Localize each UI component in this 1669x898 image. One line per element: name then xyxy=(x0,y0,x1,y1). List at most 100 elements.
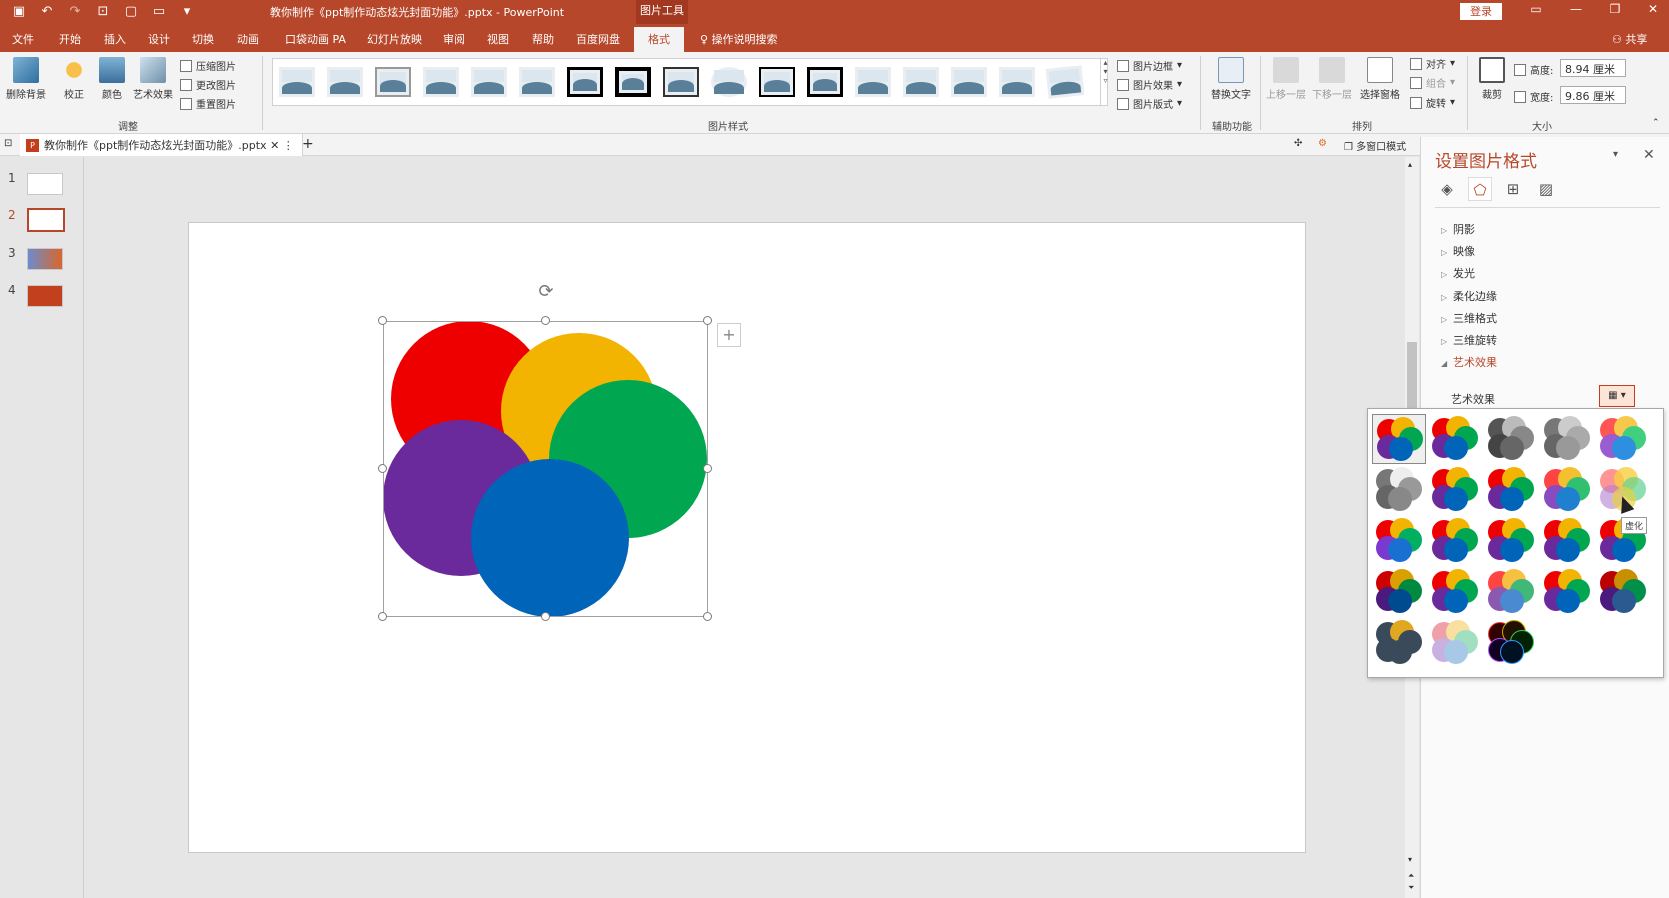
effect-line-drawing[interactable] xyxy=(1596,414,1650,464)
tab-review[interactable]: 审阅 xyxy=(443,31,465,47)
effect-pastels-smooth[interactable] xyxy=(1540,567,1594,617)
open-icon[interactable]: ▭ xyxy=(150,3,168,21)
style-thumb-16[interactable] xyxy=(999,67,1035,97)
style-thumb-7[interactable] xyxy=(567,67,603,97)
style-thumb-13[interactable] xyxy=(855,67,891,97)
slide-thumbnail-4[interactable] xyxy=(27,285,63,307)
effect-none[interactable] xyxy=(1372,414,1426,464)
style-thumb-14[interactable] xyxy=(903,67,939,97)
tab-view[interactable]: 视图 xyxy=(487,31,509,47)
artistic-effects-button[interactable]: 艺术效果 xyxy=(131,57,175,101)
section-glow[interactable]: ▷ 发光 xyxy=(1441,265,1475,281)
restore-icon[interactable]: ❐ xyxy=(1600,2,1630,16)
save-icon[interactable]: ▣ xyxy=(10,3,28,21)
redo-icon[interactable]: ↷ xyxy=(66,3,84,21)
effect-light-screen[interactable] xyxy=(1372,516,1426,566)
ribbon-display-icon[interactable]: ▭ xyxy=(1521,2,1551,16)
minimize-icon[interactable]: — xyxy=(1561,2,1591,16)
tab-insert[interactable]: 插入 xyxy=(104,31,126,47)
gallery-scroll[interactable]: ▴ ▾ ▿ xyxy=(1100,58,1110,106)
resize-handle-nw[interactable] xyxy=(378,316,387,325)
resize-handle-s[interactable] xyxy=(541,612,550,621)
width-input[interactable]: 9.86 厘米 xyxy=(1560,86,1626,104)
start-icon[interactable]: ⊡ xyxy=(94,3,112,21)
effect-pencil-grayscale[interactable] xyxy=(1484,414,1538,464)
resize-handle-sw[interactable] xyxy=(378,612,387,621)
section-soft-edges[interactable]: ▷ 柔化边缘 xyxy=(1441,288,1497,304)
scrollbar-thumb[interactable] xyxy=(1407,342,1417,412)
size-properties-icon[interactable]: ⊞ xyxy=(1501,177,1525,201)
section-3d-rotation[interactable]: ▷ 三维旋转 xyxy=(1441,332,1497,348)
resize-handle-ne[interactable] xyxy=(703,316,712,325)
tell-me-search[interactable]: ♀ 操作说明搜索 xyxy=(700,31,778,47)
tab-animations[interactable]: 动画 xyxy=(237,31,259,47)
style-thumb-8[interactable] xyxy=(615,67,651,97)
style-thumb-4[interactable] xyxy=(423,67,459,97)
tab-help[interactable]: 帮助 xyxy=(532,31,554,47)
tab-home[interactable]: 开始 xyxy=(59,31,81,47)
close-icon[interactable]: ✕ xyxy=(1638,2,1668,16)
crop-button[interactable]: 裁剪 xyxy=(1470,57,1514,101)
height-input[interactable]: 8.94 厘米 xyxy=(1560,59,1626,77)
compress-pictures-button[interactable]: 压缩图片 xyxy=(180,58,236,73)
settings-icon[interactable]: ⚙ xyxy=(1318,138,1327,149)
picture-effects-button[interactable]: 图片效果 ▾ xyxy=(1117,77,1182,92)
tab-slideshow[interactable]: 幻灯片放映 xyxy=(367,31,422,47)
bring-forward-button[interactable]: 上移一层 xyxy=(1264,57,1308,101)
customize-icon[interactable]: ▾ xyxy=(178,3,196,21)
collapse-ribbon-icon[interactable]: ⌃ xyxy=(1652,118,1660,128)
next-slide-icon[interactable]: ⏷ xyxy=(1408,883,1414,893)
prev-slide-icon[interactable]: ⏶ xyxy=(1408,871,1414,881)
scroll-down-icon[interactable]: ▾ xyxy=(1408,855,1412,864)
section-reflection[interactable]: ▷ 映像 xyxy=(1441,243,1475,259)
tab-design[interactable]: 设计 xyxy=(148,31,170,47)
effect-texturizer[interactable] xyxy=(1428,567,1482,617)
new-icon[interactable]: ▢ xyxy=(122,3,140,21)
home-doc-icon[interactable]: ⊡ xyxy=(4,138,12,149)
resize-handle-se[interactable] xyxy=(703,612,712,621)
style-thumb-10[interactable] xyxy=(711,67,747,97)
layout-options-icon[interactable]: + xyxy=(717,323,741,347)
close-tab-icon[interactable]: ✕ xyxy=(270,139,279,152)
fill-line-icon[interactable]: ◈ xyxy=(1435,177,1459,201)
artistic-effect-dropdown[interactable]: ▦ ▾ xyxy=(1599,385,1635,407)
effect-cutout[interactable] xyxy=(1372,618,1426,668)
section-shadow[interactable]: ▷ 阴影 xyxy=(1441,221,1475,237)
style-thumb-9[interactable] xyxy=(663,67,699,97)
effect-film-grain[interactable] xyxy=(1484,516,1538,566)
effect-crisscross-etching[interactable] xyxy=(1484,567,1538,617)
resize-handle-n[interactable] xyxy=(541,316,550,325)
effect-plastic-wrap[interactable] xyxy=(1596,567,1650,617)
style-thumb-3[interactable] xyxy=(375,67,411,97)
style-thumb-1[interactable] xyxy=(279,67,315,97)
slide-thumbnail-2[interactable] xyxy=(27,208,65,232)
new-tab-icon[interactable]: + xyxy=(302,136,314,152)
effect-photocopy[interactable] xyxy=(1428,618,1482,668)
change-picture-button[interactable]: 更改图片 xyxy=(180,77,236,92)
resize-handle-e[interactable] xyxy=(703,464,712,473)
pin-icon[interactable]: ✣ xyxy=(1294,138,1302,149)
login-button[interactable]: 登录 xyxy=(1460,3,1502,20)
pane-close-icon[interactable]: ✕ xyxy=(1643,147,1655,163)
effect-paint-strokes[interactable] xyxy=(1428,465,1482,515)
reset-picture-button[interactable]: 重置图片 xyxy=(180,96,236,111)
remove-background-button[interactable]: 删除背景 xyxy=(4,57,48,101)
scroll-up-icon[interactable]: ▴ xyxy=(1408,160,1412,169)
effect-watercolor-sponge[interactable] xyxy=(1428,516,1482,566)
rotate-button[interactable]: 旋转 ▾ xyxy=(1410,95,1455,110)
share-button[interactable]: ⚇ 共享 xyxy=(1612,31,1647,47)
effect-glow-diffused[interactable] xyxy=(1540,465,1594,515)
tab-format[interactable]: 格式 xyxy=(634,27,684,52)
align-button[interactable]: 对齐 ▾ xyxy=(1410,56,1455,71)
style-thumb-2[interactable] xyxy=(327,67,363,97)
slide-thumbnail-3[interactable] xyxy=(27,248,63,270)
document-tab[interactable]: P 教你制作《ppt制作动态炫光封面功能》.pptx ✕ ⋮ xyxy=(20,134,303,156)
effect-pencil-sketch[interactable] xyxy=(1540,414,1594,464)
resize-handle-w[interactable] xyxy=(378,464,387,473)
rotate-handle-icon[interactable]: ⟳ xyxy=(536,282,556,302)
tab-transitions[interactable]: 切换 xyxy=(192,31,214,47)
style-thumb-15[interactable] xyxy=(951,67,987,97)
color-button[interactable]: 颜色 xyxy=(90,57,134,101)
effect-marker[interactable] xyxy=(1428,414,1482,464)
tab-file[interactable]: 文件 xyxy=(12,31,34,47)
